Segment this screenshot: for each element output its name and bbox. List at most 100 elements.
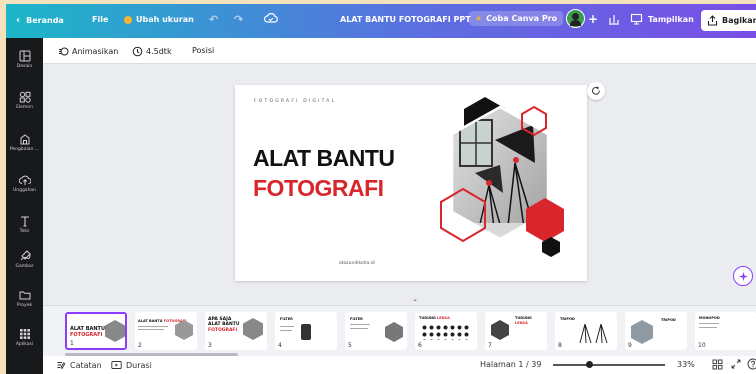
thumbnail-page-1[interactable]: ALAT BANTU FOTOGRAFI 1 [65,312,127,350]
thumbnail-page-3[interactable]: APA SAJA ALAT BANTU FOTOGRAFI 3 [205,312,267,350]
duration-toggle-label: Durasi [126,360,152,370]
thumbnail-title: TUDUNG [515,316,532,320]
fullscreen-button[interactable] [731,359,741,371]
cloud-check-icon [264,13,278,23]
crown-icon: ★ [475,14,483,23]
upload-icon [18,175,31,185]
thumbnail-page-4[interactable]: FILTER 4 [275,312,337,350]
thumbnail-title: TRIPOD [661,318,676,322]
zoom-slider-knob[interactable] [586,361,594,368]
resize-button[interactable]: Ubah ukuran [124,15,194,24]
sidebar-item-uploads[interactable]: Unggahan [6,174,43,193]
sparkle-icon [738,271,748,281]
add-collaborator-button[interactable]: + [588,12,598,26]
help-button[interactable] [747,358,756,372]
brand-icon [20,134,29,145]
left-sidebar: Desain Elemen Pengbalan ... Unggahan Tek… [6,38,43,374]
thumbnail-page-6[interactable]: TUDUNG LENSA 6 [415,312,477,350]
resize-label: Ubah ukuran [136,15,194,24]
position-button[interactable]: Posisi [192,46,214,55]
sidebar-item-apps[interactable]: Aplikasi [6,328,43,347]
sidebar-item-draw[interactable]: Gambar [6,250,43,269]
animate-button[interactable]: Animasikan [58,46,118,57]
magic-assistant-button[interactable] [733,266,753,286]
sidebar-item-label: Teks [19,229,30,234]
collapse-thumbnails-button[interactable]: ⌄ [408,295,422,304]
thumbnail-page-9[interactable]: TRIPOD 9 [625,312,687,350]
animate-icon [59,47,69,56]
notes-button[interactable]: Catatan [56,360,102,370]
zoom-level-label: 33% [677,360,695,369]
sidebar-item-elements[interactable]: Elemen [6,91,43,110]
document-title-label: ALAT BANTU FOTOGRAFI PPT [340,15,471,24]
slide-kicker: FOTOGRAFI DIGITAL [254,99,337,104]
thumbnail-subtitle: FOTOGRAFI [70,332,103,338]
position-label: Posisi [192,46,215,55]
timer-icon [111,361,122,369]
document-title[interactable]: ALAT BANTU FOTOGRAFI PPT [340,15,471,24]
thumbnail-subtitle: LENSA [437,316,450,320]
file-menu[interactable]: File [92,15,108,24]
present-label: Tampilkan [648,14,694,24]
share-button[interactable]: Bagikan [701,10,756,31]
undo-button[interactable]: ↶ [209,13,218,26]
thumbnail-title: ALAT BANTU [138,319,163,323]
slide-title-line1: ALAT BANTU [253,145,395,171]
expand-icon [731,359,741,369]
slide-title-line2: FOTOGRAFI [253,175,384,201]
share-icon [707,15,718,26]
sidebar-item-text[interactable]: Teks [6,215,43,234]
thumbnail-page-5[interactable]: FILTER 5 [345,312,407,350]
insights-button[interactable] [608,13,620,25]
duration-toggle-button[interactable]: Durasi [111,360,152,370]
home-button[interactable]: ‹ Beranda [16,15,64,26]
notes-label: Catatan [70,360,102,370]
thumbnail-subtitle: LENSA [515,321,528,325]
slide-website: atozundikoha.id [339,261,375,266]
thumbnail-page-8[interactable]: TRIPOD 8 [555,312,617,350]
thumbnail-page-10[interactable]: MONOPOD 10 [695,312,756,350]
sidebar-item-label: Proyek [16,303,33,308]
clock-icon [132,46,143,57]
sidebar-item-brand[interactable]: Pengbalan ... [6,133,43,152]
plus-icon: + [588,12,599,26]
thumbnail-number: 7 [488,342,492,349]
duration-button[interactable]: 4.5dtk [132,46,172,57]
help-icon [747,358,756,370]
thumbnail-title: APA SAJA ALAT BANTU [208,317,240,327]
try-pro-button[interactable]: ★ Coba Canva Pro [469,11,564,26]
page-indicator[interactable]: Halaman 1 / 39 [480,360,541,369]
presentation-icon [630,13,643,25]
home-label: Beranda [26,16,64,25]
slide-canvas[interactable]: FOTOGRAFI DIGITAL ALAT BANTU FOTOGRAFI a… [235,85,587,281]
sidebar-item-label: Gambar [15,264,34,269]
thumbnail-number: 5 [348,342,352,349]
sidebar-item-label: Aplikasi [15,342,34,347]
apps-icon [19,329,30,339]
refresh-button[interactable] [587,82,605,100]
thumbnail-number: 3 [208,342,212,349]
grid-view-button[interactable] [712,359,723,372]
zoom-slider[interactable] [553,361,665,368]
thumbnail-number: 10 [698,342,706,349]
sidebar-item-design[interactable]: Desain [6,50,43,69]
crown-icon [124,15,132,24]
sidebar-item-projects[interactable]: Proyek [6,289,43,308]
thumbnail-title: FILTER [350,317,363,321]
redo-button[interactable]: ↷ [234,13,243,26]
bottom-bar: Catatan Durasi Halaman 1 / 39 33% [43,356,756,374]
thumbnail-page-2[interactable]: ALAT BANTU FOTOGRAFI 2 [135,312,197,350]
present-button[interactable]: Tampilkan [630,13,694,25]
redo-icon: ↷ [234,13,244,26]
thumbnail-page-7[interactable]: TUDUNG LENSA 7 [485,312,547,350]
text-icon [20,216,29,227]
shapes-icon [19,91,31,103]
undo-icon: ↶ [209,13,219,26]
zoom-level[interactable]: 33% [677,360,695,369]
share-label: Bagikan [722,16,756,25]
try-pro-label: Coba Canva Pro [486,14,558,23]
avatar[interactable] [566,9,585,28]
thumbnail-number: 8 [558,342,562,349]
animate-label: Animasikan [72,47,119,56]
cloud-save-button[interactable] [264,12,278,24]
